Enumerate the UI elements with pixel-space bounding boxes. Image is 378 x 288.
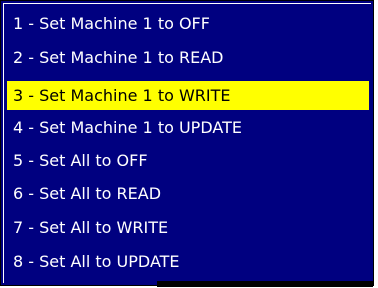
menu-item-machine1-write[interactable]: 3 - Set Machine 1 to WRITE xyxy=(7,81,369,110)
menu-item-all-write[interactable]: 7 - Set All to WRITE xyxy=(7,213,369,242)
bottom-shadow-bar xyxy=(157,281,373,287)
menu-item-all-read[interactable]: 6 - Set All to READ xyxy=(7,179,369,208)
menu-item-all-off[interactable]: 5 - Set All to OFF xyxy=(7,146,369,175)
menu-item-machine1-read[interactable]: 2 - Set Machine 1 to READ xyxy=(7,43,369,72)
menu-item-machine1-off[interactable]: 1 - Set Machine 1 to OFF xyxy=(7,9,369,38)
menu-item-machine1-update[interactable]: 4 - Set Machine 1 to UPDATE xyxy=(7,113,369,142)
menu-item-all-update[interactable]: 8 - Set All to UPDATE xyxy=(7,247,369,276)
command-menu: 1 - Set Machine 1 to OFF 2 - Set Machine… xyxy=(0,0,374,287)
